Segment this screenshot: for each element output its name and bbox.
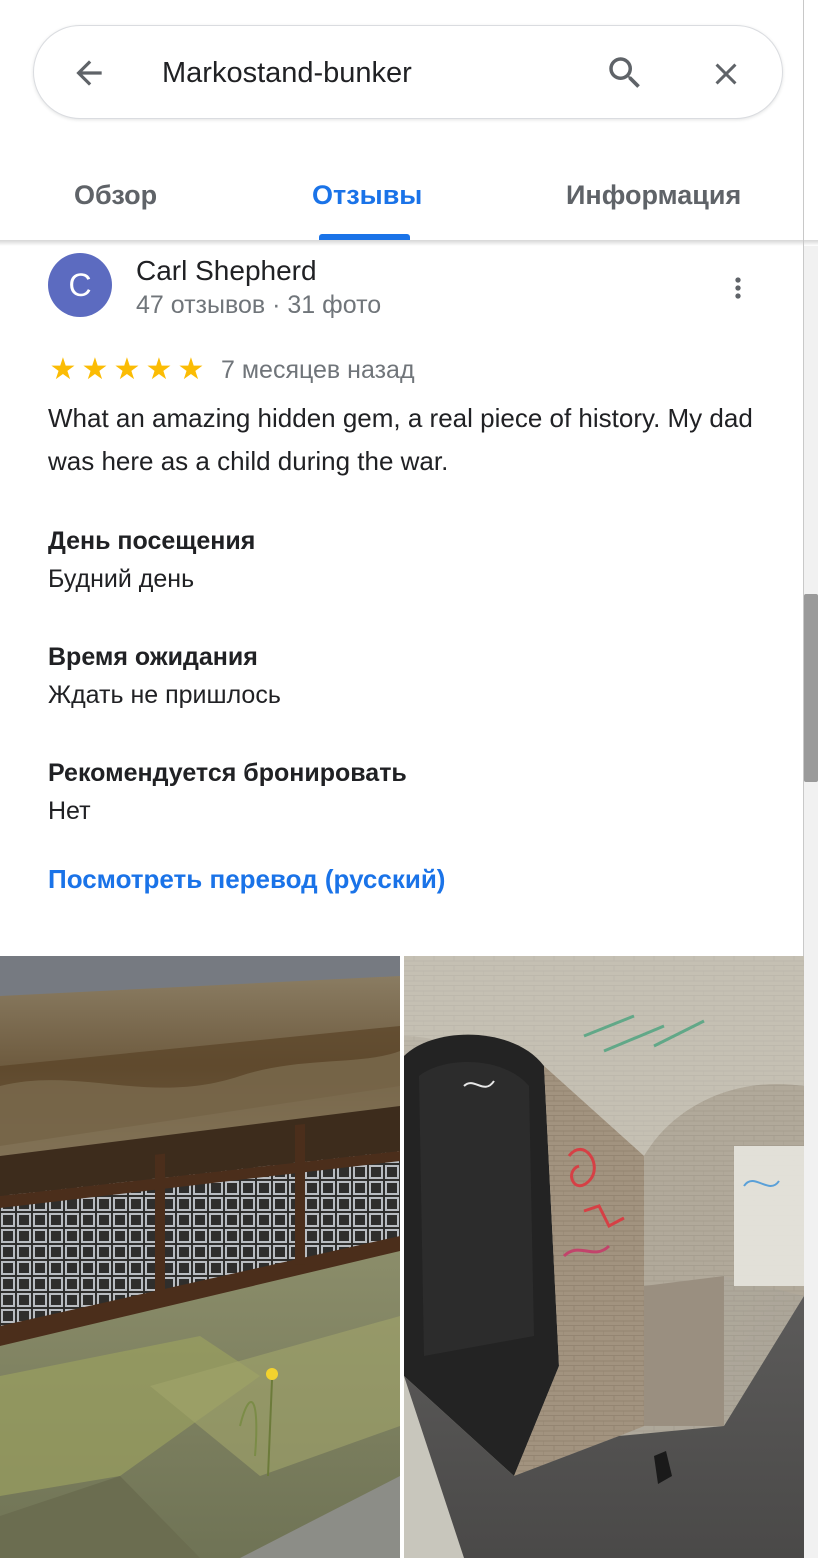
review-date: 7 месяцев назад [221, 356, 415, 384]
star-icon: ★ [145, 352, 173, 387]
star-icon: ★ [177, 352, 205, 387]
star-icon: ★ [113, 352, 141, 387]
search-bar: Markostand-bunker [33, 25, 783, 119]
tabs-divider [0, 240, 818, 246]
reservation-label: Рекомендуется бронировать [48, 759, 407, 787]
visit-day-label: День посещения [48, 527, 256, 555]
tab-reviews[interactable]: Отзывы [312, 178, 422, 212]
reservation-value: Нет [48, 797, 91, 825]
tab-information[interactable]: Информация [566, 178, 741, 212]
review-photo-2[interactable] [404, 956, 804, 1558]
scrollbar-track[interactable] [804, 246, 818, 1558]
wait-time-value: Ждать не пришлось [48, 681, 281, 709]
tab-overview[interactable]: Обзор [74, 178, 157, 212]
star-icon: ★ [49, 352, 77, 387]
reviewer-stats: 47 отзывов · 31 фото [136, 291, 382, 319]
more-vert-icon[interactable] [722, 270, 754, 306]
wait-time-label: Время ожидания [48, 643, 258, 671]
arrow-left-icon[interactable] [70, 54, 108, 92]
search-icon[interactable] [604, 52, 646, 94]
tab-bar: Обзор Отзывы Информация [0, 150, 818, 240]
visit-day-value: Будний день [48, 565, 195, 593]
rating-stars: ★ ★ ★ ★ ★ [47, 352, 207, 388]
photo-tunnel-icon [404, 956, 804, 1558]
photo-grate-icon [0, 956, 400, 1558]
close-icon[interactable] [708, 56, 744, 92]
review-photo-1[interactable] [0, 956, 400, 1558]
star-icon: ★ [81, 352, 109, 387]
translate-link[interactable]: Посмотреть перевод (русский) [48, 862, 445, 896]
review-text: What an amazing hidden gem, a real piece… [48, 403, 753, 476]
avatar[interactable]: C [48, 253, 112, 317]
search-input[interactable]: Markostand-bunker [162, 54, 412, 92]
scrollbar-thumb[interactable] [804, 594, 818, 782]
reviewer-name[interactable]: Carl Shepherd [136, 254, 317, 288]
